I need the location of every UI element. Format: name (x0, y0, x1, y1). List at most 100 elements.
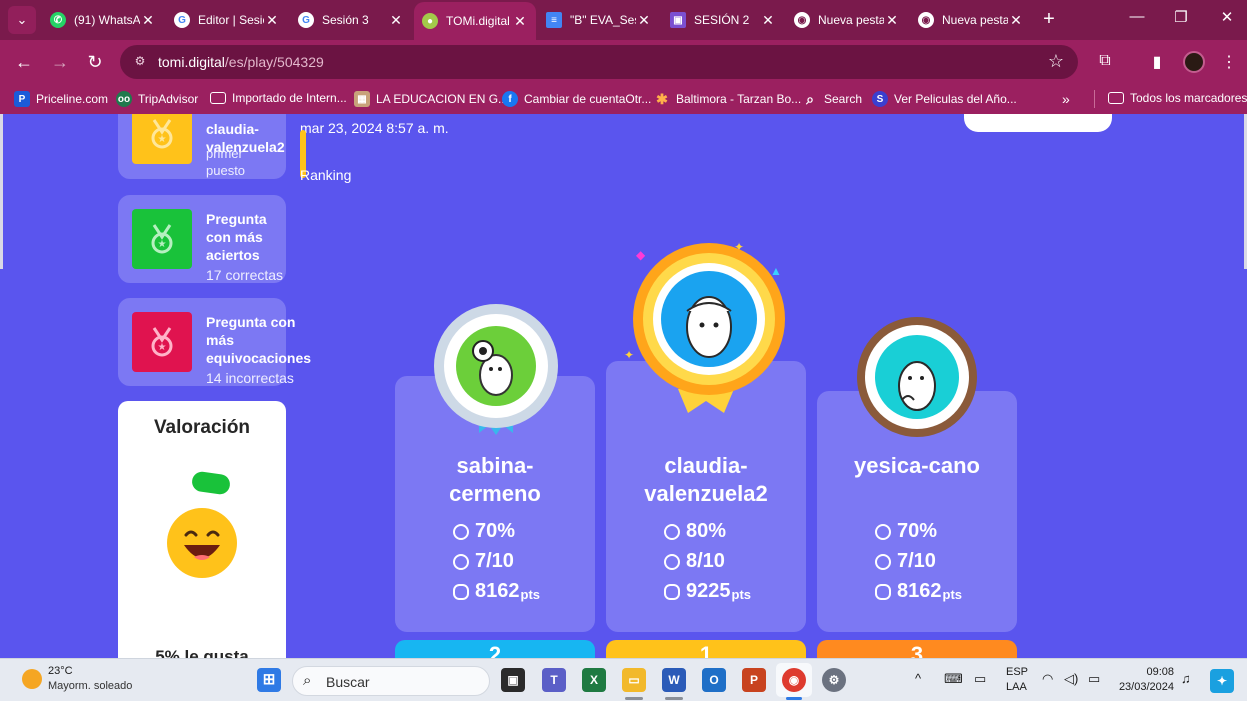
tomi-icon: ● (422, 13, 438, 29)
more-bookmarks-button[interactable]: » (1062, 91, 1070, 107)
site-settings-icon[interactable]: ⚙ (132, 54, 148, 70)
menu-icon[interactable]: ⋮ (1218, 52, 1240, 72)
coin-icon (664, 583, 680, 600)
taskbar-search[interactable]: ⌕ Buscar (292, 666, 490, 696)
bookmark-priceline[interactable]: P Priceline.com (14, 91, 108, 107)
sun-icon[interactable] (22, 669, 42, 689)
tab-title: Nueva pestaña (942, 13, 1008, 27)
close-tab-icon[interactable]: ✕ (884, 12, 900, 29)
svg-text:▲: ▲ (770, 264, 782, 278)
side-panel-icon[interactable]: ▮ (1146, 52, 1168, 72)
player-name: sabina-cermeno (449, 453, 541, 506)
tab-tomi-digital[interactable]: ● TOMi.digital ✕ (414, 2, 536, 40)
weather-status[interactable]: Mayorm. soleado (48, 680, 132, 692)
display-icon[interactable]: ▭ (974, 671, 986, 687)
close-tab-icon[interactable]: ✕ (140, 12, 156, 29)
extensions-icon[interactable]: ⧉ (1094, 52, 1116, 70)
input-language[interactable]: ESP LAA (1006, 665, 1028, 695)
windows-start-icon[interactable]: ⊞ (257, 668, 281, 692)
running-indicator (665, 697, 683, 700)
tab-whatsapp[interactable]: ✆ (91) WhatsApp ✕ (42, 4, 164, 36)
score-row: 7/10 (453, 550, 514, 573)
back-button[interactable]: ← (12, 50, 36, 74)
top-right-button[interactable] (964, 114, 1112, 132)
settings-icon[interactable]: ⚙ (822, 668, 846, 692)
score-row: 7/10 (875, 550, 936, 573)
target-icon (664, 523, 680, 540)
url-text[interactable]: tomi.digital/es/play/504329 (158, 54, 324, 70)
bookmark-star-icon[interactable]: ☆ (1048, 51, 1064, 72)
tab-eva-sesion[interactable]: ≡ "B" EVA_Sesión ✕ (538, 4, 660, 36)
copilot-icon[interactable]: ✦ (1210, 669, 1234, 693)
laughing-face-icon (167, 508, 237, 578)
address-bar[interactable]: ⚙ tomi.digital/es/play/504329 ☆ (120, 45, 1078, 79)
battery-icon[interactable]: ▭ (1088, 671, 1100, 687)
minimize-button[interactable]: — (1122, 8, 1152, 25)
close-window-button[interactable]: ✕ (1212, 8, 1242, 26)
notification-bell-icon[interactable]: ♫ (1181, 671, 1191, 686)
most-wrong-title: Pregunta con más equivocaciones (206, 314, 312, 366)
priceline-icon: P (14, 91, 30, 107)
tab-new-tab-1[interactable]: ◉ Nueva pestaña ✕ (786, 4, 908, 36)
file-explorer-icon[interactable]: ▭ (622, 668, 646, 692)
close-tab-icon[interactable]: ✕ (1008, 12, 1024, 29)
tab-search-button[interactable]: ⌄ (8, 6, 36, 34)
chevron-up-icon[interactable]: ^ (915, 671, 921, 686)
score-row: 8/10 (664, 550, 725, 573)
green-medal-icon: ★ (132, 209, 192, 269)
site-s-icon: S (872, 91, 888, 107)
docs-icon: ≡ (546, 12, 562, 28)
facebook-icon: f (502, 91, 518, 107)
teams-icon[interactable]: T (542, 668, 566, 692)
tab-sesion-3[interactable]: G Sesión 3 ✕ (290, 4, 412, 36)
close-tab-icon[interactable]: ✕ (512, 13, 528, 30)
red-medal-icon: ★ (132, 312, 192, 372)
ranking-label: Ranking (300, 167, 352, 183)
place-badge-third: 3 (817, 640, 1017, 658)
green-blob-icon (190, 470, 232, 496)
svg-text:★: ★ (158, 342, 167, 353)
reload-button[interactable]: ↻ (83, 50, 107, 74)
profile-avatar[interactable] (1183, 51, 1205, 73)
outlook-icon[interactable]: O (702, 668, 726, 692)
close-tab-icon[interactable]: ✕ (760, 12, 776, 29)
bookmark-facebook[interactable]: f Cambiar de cuentaOtr... (502, 91, 651, 107)
target-icon (875, 523, 891, 540)
weather-temperature[interactable]: 23°C (48, 665, 73, 677)
place-badge-second: 2 (395, 640, 595, 658)
word-icon[interactable]: W (662, 668, 686, 692)
chrome-icon[interactable]: ◉ (782, 668, 806, 692)
bookmark-search[interactable]: ⌕ Search (802, 91, 862, 107)
close-tab-icon[interactable]: ✕ (264, 12, 280, 29)
svg-text:★: ★ (158, 239, 167, 250)
volume-icon[interactable]: ◁) (1064, 671, 1078, 687)
chrome-icon: ◉ (794, 12, 810, 28)
bookmark-baltimora[interactable]: ✱ Baltimora - Tarzan Bo... (654, 91, 801, 107)
close-tab-icon[interactable]: ✕ (636, 12, 652, 29)
accuracy-row: 70% (875, 520, 937, 543)
excel-icon[interactable]: X (582, 668, 606, 692)
windows-taskbar: 23°C Mayorm. soleado ⊞ ⌕ Buscar ▣ T X ▭ … (0, 658, 1247, 701)
tab-new-tab-2[interactable]: ◉ Nueva pestaña ✕ (910, 4, 1032, 36)
task-view-icon[interactable]: ▣ (501, 668, 525, 692)
wifi-icon[interactable]: ◠ (1042, 671, 1053, 687)
close-tab-icon[interactable]: ✕ (388, 12, 404, 29)
search-icon: ⌕ (303, 672, 312, 689)
bookmark-peliculas[interactable]: S Ver Peliculas del Año... (872, 91, 1017, 107)
system-clock[interactable]: 09:08 23/03/2024 (1114, 665, 1174, 695)
bookmark-educacion[interactable]: ▦ LA EDUCACION EN G... (354, 91, 508, 107)
svg-text:◆: ◆ (636, 248, 646, 262)
whatsapp-icon: ✆ (50, 12, 66, 28)
most-wrong-count: 14 incorrectas (206, 370, 294, 386)
tab-editor[interactable]: G Editor | Sesión ✕ (166, 4, 288, 36)
keyboard-icon[interactable]: ⌨ (944, 671, 963, 687)
bookmark-importado[interactable]: Importado de Intern... (210, 91, 347, 105)
all-bookmarks-folder[interactable]: Todos los marcadores (1108, 91, 1247, 105)
restore-button[interactable]: ❐ (1166, 8, 1196, 26)
powerpoint-icon[interactable]: P (742, 668, 766, 692)
tab-sesion-2[interactable]: ▣ SESIÓN 2 ✕ (662, 4, 784, 36)
place-badge-first: 1 (606, 640, 806, 658)
new-tab-button[interactable]: + (1038, 8, 1060, 30)
forward-button[interactable]: → (48, 50, 72, 74)
bookmark-tripadvisor[interactable]: oo TripAdvisor (116, 91, 198, 107)
